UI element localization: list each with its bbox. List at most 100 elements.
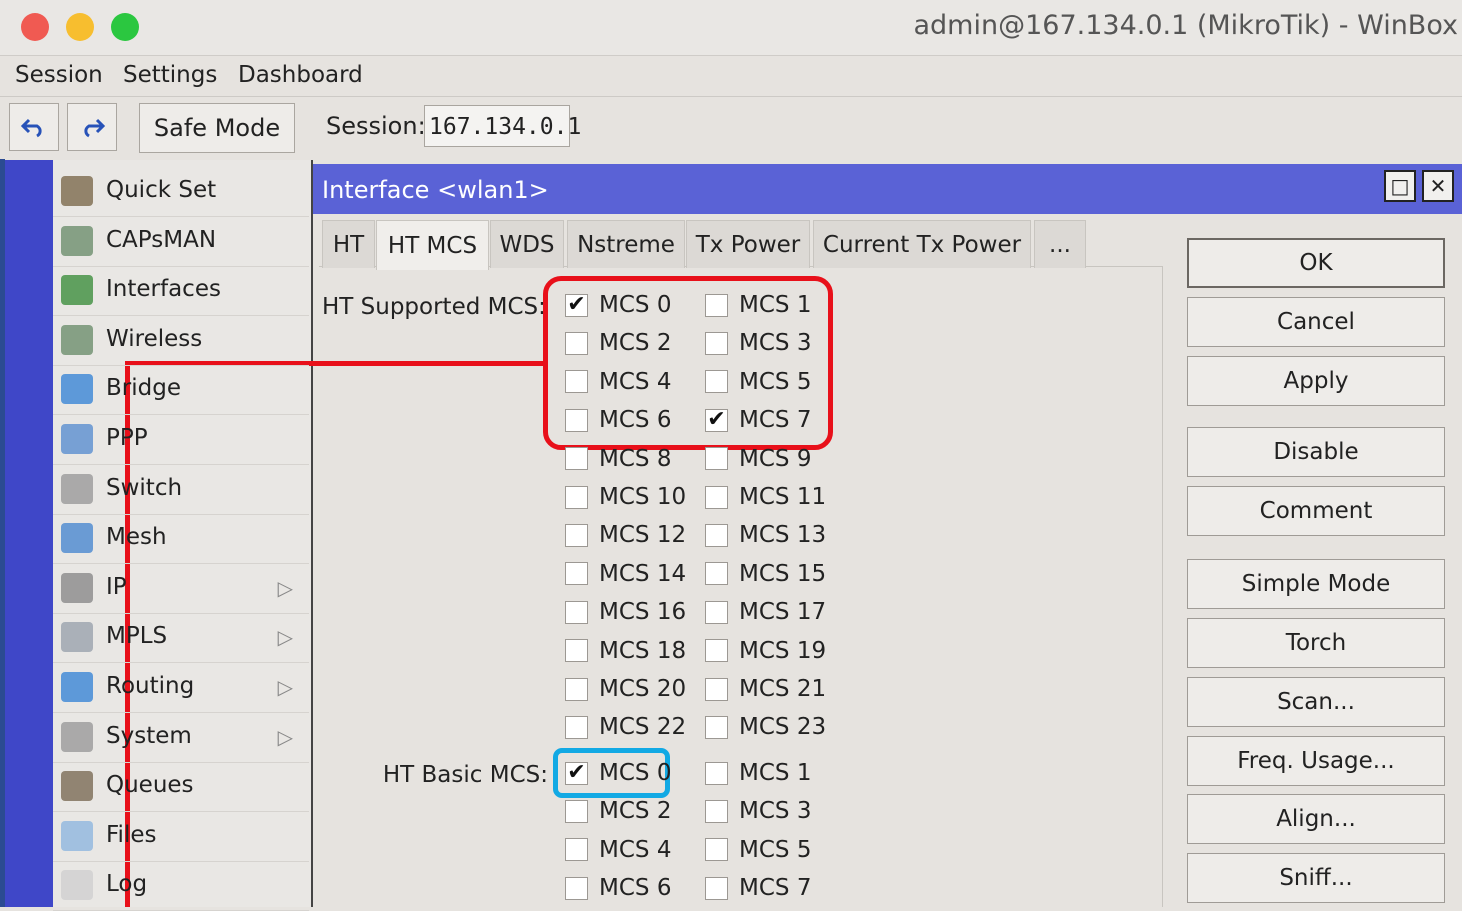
sidebar-item-bridge[interactable]: Bridge [53, 365, 309, 416]
tab-ht-mcs[interactable]: HT MCS [376, 220, 489, 270]
simple-mode-button[interactable]: Simple Mode [1187, 559, 1445, 609]
ht-basic-mcs-checkbox[interactable]: MCS 4 [565, 837, 671, 863]
ht-supported-mcs-checkbox[interactable]: MCS 5 [705, 369, 811, 395]
ht-supported-mcs-checkbox[interactable]: MCS 11 [705, 484, 826, 510]
ok-button[interactable]: OK [1187, 238, 1445, 288]
sidebar-item-wireless[interactable]: Wireless [53, 316, 309, 366]
ht-supported-mcs-checkbox[interactable]: MCS 16 [565, 599, 686, 625]
checkbox-box[interactable] [565, 562, 588, 586]
checkbox-box[interactable] [705, 600, 728, 624]
tab-wds[interactable]: WDS [490, 220, 564, 268]
comment-button[interactable]: Comment [1187, 486, 1445, 536]
ht-supported-mcs-checkbox[interactable]: MCS 22 [565, 714, 686, 740]
minimize-window-button[interactable] [66, 13, 94, 41]
close-dialog-button[interactable]: ✕ [1422, 170, 1454, 202]
ht-supported-mcs-checkbox[interactable]: ✔ MCS 7 [705, 407, 811, 433]
freq-usage-button[interactable]: Freq. Usage... [1187, 736, 1445, 786]
checkbox-box[interactable] [565, 523, 588, 547]
redo-button[interactable] [67, 103, 117, 151]
ht-basic-mcs-checkbox[interactable]: MCS 3 [705, 798, 811, 824]
tab-nstreme[interactable]: Nstreme [567, 220, 685, 268]
session-field[interactable]: 167.134.0.1 [424, 105, 581, 147]
checkbox-box[interactable] [565, 370, 588, 394]
sidebar-item-system[interactable]: System ▷ [53, 713, 309, 763]
ht-supported-mcs-checkbox[interactable]: MCS 21 [705, 676, 826, 702]
ht-supported-mcs-checkbox[interactable]: MCS 15 [705, 561, 826, 587]
tab-ht[interactable]: HT [322, 220, 375, 268]
ht-supported-mcs-checkbox[interactable]: MCS 3 [705, 330, 811, 356]
checkbox-box[interactable]: ✔ [565, 293, 588, 317]
sidebar-item-mpls[interactable]: MPLS ▷ [53, 613, 309, 664]
checkbox-box[interactable] [565, 447, 588, 471]
tab-more[interactable]: ... [1034, 220, 1086, 268]
checkbox-box[interactable] [565, 639, 588, 663]
apply-button[interactable]: Apply [1187, 356, 1445, 406]
maximize-dialog-button[interactable]: □ [1384, 170, 1416, 202]
ht-supported-mcs-checkbox[interactable]: MCS 12 [565, 522, 686, 548]
sidebar-item-quick-set[interactable]: Quick Set [53, 167, 309, 217]
align-button[interactable]: Align... [1187, 794, 1445, 844]
ht-basic-mcs-checkbox[interactable]: MCS 2 [565, 798, 671, 824]
checkbox-box[interactable] [705, 761, 728, 785]
ht-supported-mcs-checkbox[interactable]: MCS 10 [565, 484, 686, 510]
ht-supported-mcs-checkbox[interactable]: MCS 6 [565, 407, 671, 433]
ht-supported-mcs-checkbox[interactable]: MCS 13 [705, 522, 826, 548]
checkbox-box[interactable] [565, 799, 588, 823]
menu-settings[interactable]: Settings [123, 62, 217, 88]
ht-supported-mcs-checkbox[interactable]: MCS 1 [705, 292, 811, 318]
ht-basic-mcs-checkbox[interactable]: MCS 6 [565, 875, 671, 901]
ht-basic-mcs-checkbox[interactable]: MCS 1 [705, 760, 811, 786]
ht-supported-mcs-checkbox[interactable]: MCS 17 [705, 599, 826, 625]
checkbox-box[interactable] [705, 331, 728, 355]
ht-supported-mcs-checkbox[interactable]: MCS 9 [705, 446, 811, 472]
checkbox-box[interactable] [565, 715, 588, 739]
checkbox-box[interactable] [705, 799, 728, 823]
ht-supported-mcs-checkbox[interactable]: MCS 8 [565, 446, 671, 472]
sidebar-item-ppp[interactable]: PPP [53, 415, 309, 465]
ht-supported-mcs-checkbox[interactable]: MCS 23 [705, 714, 826, 740]
ht-basic-mcs-checkbox[interactable]: ✔ MCS 0 [565, 760, 671, 786]
ht-supported-mcs-checkbox[interactable]: MCS 20 [565, 676, 686, 702]
ht-basic-mcs-checkbox[interactable]: MCS 7 [705, 875, 811, 901]
scan-button[interactable]: Scan... [1187, 677, 1445, 727]
ht-supported-mcs-checkbox[interactable]: MCS 14 [565, 561, 686, 587]
ht-supported-mcs-checkbox[interactable]: MCS 19 [705, 638, 826, 664]
tab-tx-power[interactable]: Tx Power [686, 220, 810, 268]
checkbox-box[interactable] [565, 408, 588, 432]
sidebar-item-queues[interactable]: Queues [53, 762, 309, 813]
close-window-button[interactable] [21, 13, 49, 41]
checkbox-box[interactable] [565, 331, 588, 355]
checkbox-box[interactable] [705, 485, 728, 509]
ht-supported-mcs-checkbox[interactable]: MCS 2 [565, 330, 671, 356]
sidebar-item-routing[interactable]: Routing ▷ [53, 663, 309, 713]
zoom-window-button[interactable] [111, 13, 139, 41]
checkbox-box[interactable] [705, 715, 728, 739]
checkbox-box[interactable]: ✔ [565, 761, 588, 785]
checkbox-box[interactable] [565, 838, 588, 862]
disable-button[interactable]: Disable [1187, 427, 1445, 477]
checkbox-box[interactable] [705, 677, 728, 701]
sidebar-item-log[interactable]: Log [53, 861, 309, 911]
checkbox-box[interactable] [705, 639, 728, 663]
sniff-button[interactable]: Sniff... [1187, 853, 1445, 903]
ht-supported-mcs-checkbox[interactable]: MCS 18 [565, 638, 686, 664]
torch-button[interactable]: Torch [1187, 618, 1445, 668]
menu-session[interactable]: Session [15, 62, 103, 88]
ht-supported-mcs-checkbox[interactable]: ✔ MCS 0 [565, 292, 671, 318]
sidebar-item-ip[interactable]: IP ▷ [53, 564, 309, 614]
sidebar-item-interfaces[interactable]: Interfaces [53, 266, 309, 317]
checkbox-box[interactable]: ✔ [705, 408, 728, 432]
checkbox-box[interactable] [705, 523, 728, 547]
sidebar-item-files[interactable]: Files [53, 812, 309, 862]
checkbox-box[interactable] [705, 838, 728, 862]
checkbox-box[interactable] [565, 677, 588, 701]
sidebar-item-capsman[interactable]: CAPsMAN [53, 217, 309, 267]
sidebar-item-mesh[interactable]: Mesh [53, 514, 309, 565]
sidebar-item-switch[interactable]: Switch [53, 465, 309, 515]
checkbox-box[interactable] [705, 293, 728, 317]
checkbox-box[interactable] [705, 370, 728, 394]
checkbox-box[interactable] [705, 447, 728, 471]
checkbox-box[interactable] [565, 485, 588, 509]
ht-supported-mcs-checkbox[interactable]: MCS 4 [565, 369, 671, 395]
safe-mode-button[interactable]: Safe Mode [139, 103, 295, 153]
